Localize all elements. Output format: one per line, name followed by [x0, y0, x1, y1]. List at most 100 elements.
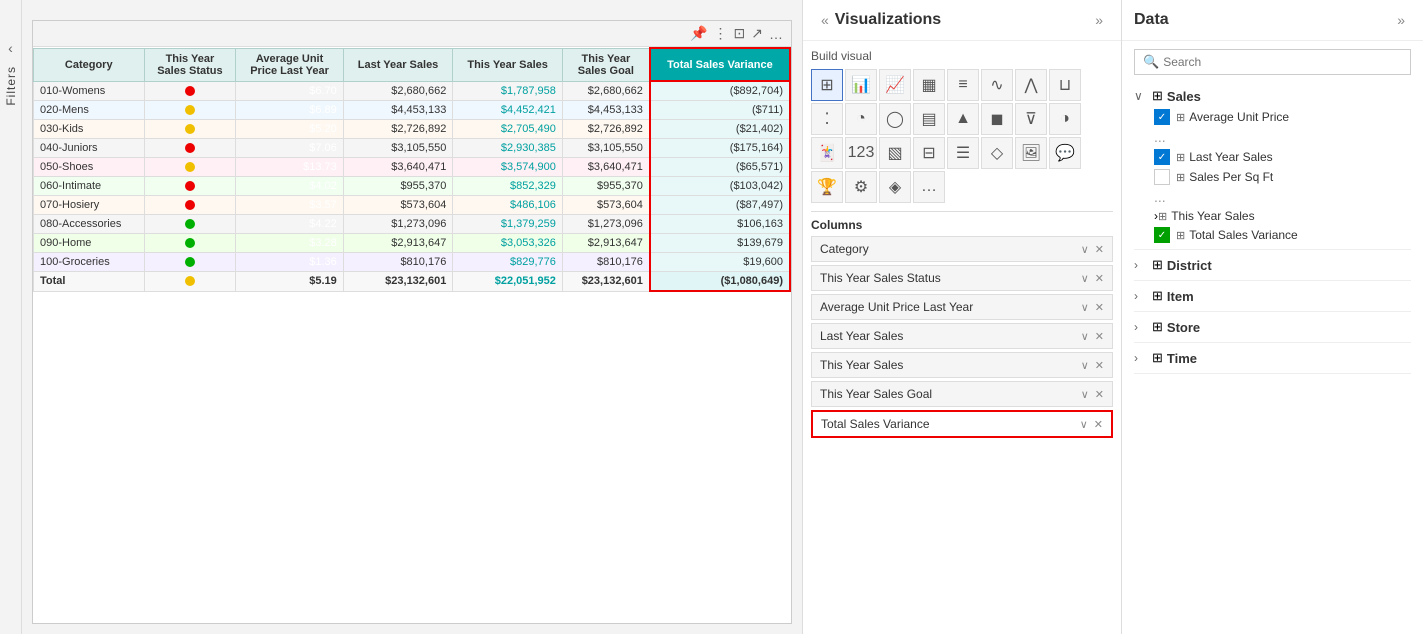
viz-panel-title: Visualizations	[835, 11, 1089, 29]
cell-category: 040-Juniors	[34, 139, 145, 158]
viz-icon-scatter[interactable]: ⁚	[811, 103, 843, 135]
cell-last-year: $2,726,892	[343, 120, 453, 139]
column-item-avg_unit_price[interactable]: Average Unit Price Last Year ∨ ✕	[811, 294, 1113, 320]
check-icon	[1154, 169, 1170, 185]
data-expand-btn[interactable]: »	[1391, 10, 1411, 30]
viz-icon-line[interactable]: ∿	[981, 69, 1013, 101]
focus-icon[interactable]: ⊡	[734, 25, 746, 42]
viz-expand-btn[interactable]: »	[1089, 10, 1109, 30]
column-item-label: Category	[820, 242, 869, 256]
col-chevron-icon[interactable]: ∨	[1081, 388, 1089, 401]
data-field-total-sales-variance[interactable]: ✓ ⊞ Total Sales Variance	[1134, 225, 1411, 245]
more-icon[interactable]: …	[769, 26, 783, 42]
filter-icon[interactable]: ⋮	[714, 25, 728, 42]
column-item-this_year_sales_status[interactable]: This Year Sales Status ∨ ✕	[811, 265, 1113, 291]
data-field-sales-per-sq-ft[interactable]: ⊞ Sales Per Sq Ft	[1134, 167, 1411, 187]
filters-collapse-arrow[interactable]: ‹	[8, 40, 13, 56]
col-chevron-icon[interactable]: ∨	[1080, 418, 1088, 431]
data-panel-header: Data »	[1122, 0, 1423, 41]
cell-variance: ($103,042)	[650, 177, 790, 196]
cell-variance: ($65,571)	[650, 158, 790, 177]
viz-collapse-btn[interactable]: «	[815, 10, 835, 30]
data-field-average-unit-price[interactable]: ✓ ⊞ Average Unit Price	[1134, 107, 1411, 127]
filters-label[interactable]: Filters	[4, 66, 18, 106]
viz-icon-area[interactable]: ⋀	[1015, 69, 1047, 101]
table-row: 050-Shoes $13.73 $3,640,471 $3,574,900 $…	[34, 158, 791, 177]
data-field-this-year-sales[interactable]: › ⊞ This Year Sales	[1134, 207, 1411, 225]
col-remove-icon[interactable]: ✕	[1094, 418, 1103, 431]
search-input[interactable]	[1163, 55, 1402, 69]
data-tree-item[interactable]: › ⊞ Item	[1134, 285, 1411, 307]
viz-icon-more[interactable]: …	[913, 171, 945, 203]
viz-icon-map[interactable]: ▲	[947, 103, 979, 135]
viz-icon-trophy[interactable]: 🏆	[811, 171, 843, 203]
viz-icon-shape[interactable]: ◇	[981, 137, 1013, 169]
cell-variance: $19,600	[650, 253, 790, 272]
data-tree-sales[interactable]: ∨ ⊞ Sales	[1134, 85, 1411, 107]
viz-icon-combo[interactable]: ⊔	[1049, 69, 1081, 101]
column-item-last_year_sales[interactable]: Last Year Sales ∨ ✕	[811, 323, 1113, 349]
viz-icon-treemap[interactable]: ▤	[913, 103, 945, 135]
cell-status	[144, 81, 236, 101]
viz-icon-clustered[interactable]: ▦	[913, 69, 945, 101]
viz-icon-table2[interactable]: ▧	[879, 137, 911, 169]
cell-goal: $4,453,133	[562, 101, 649, 120]
viz-icon-qna[interactable]: 💬	[1049, 137, 1081, 169]
viz-icon-slicer[interactable]: ☰	[947, 137, 979, 169]
pin-icon[interactable]: 📌	[690, 25, 707, 42]
column-item-this_year_sales_goal[interactable]: This Year Sales Goal ∨ ✕	[811, 381, 1113, 407]
col-chevron-icon[interactable]: ∨	[1081, 359, 1089, 372]
cell-avg-price: $6.89	[236, 101, 343, 120]
viz-icon-gauge[interactable]: ◑	[1049, 103, 1081, 135]
col-remove-icon[interactable]: ✕	[1095, 359, 1104, 372]
expand-icon[interactable]: ↗	[751, 25, 763, 42]
cell-last-year: $955,370	[343, 177, 453, 196]
column-item-category[interactable]: Category ∨ ✕	[811, 236, 1113, 262]
col-remove-icon[interactable]: ✕	[1095, 388, 1104, 401]
col-chevron-icon[interactable]: ∨	[1081, 330, 1089, 343]
col-remove-icon[interactable]: ✕	[1095, 272, 1104, 285]
field-icon: ⊞	[1176, 171, 1185, 184]
cell-total-last-year: $23,132,601	[343, 272, 453, 292]
viz-icon-custom1[interactable]: ⚙	[845, 171, 877, 203]
column-item-actions: ∨ ✕	[1080, 418, 1103, 431]
table-row: 040-Juniors $7.06 $3,105,550 $2,930,385 …	[34, 139, 791, 158]
cell-this-year: $486,106	[453, 196, 563, 215]
field-icon: ⊞	[1176, 229, 1185, 242]
viz-icon-filled-map[interactable]: ◼	[981, 103, 1013, 135]
table-row: 070-Hosiery $3.57 $573,604 $486,106 $573…	[34, 196, 791, 215]
column-item-this_year_sales[interactable]: This Year Sales ∨ ✕	[811, 352, 1113, 378]
viz-icon-pie[interactable]: ◔	[845, 103, 877, 135]
viz-icon-chart2[interactable]: 📈	[879, 69, 911, 101]
viz-icon-matrix[interactable]: ⊟	[913, 137, 945, 169]
cell-total-status	[144, 272, 236, 292]
viz-icon-number[interactable]: 123	[845, 137, 877, 169]
cell-this-year: $852,329	[453, 177, 563, 196]
data-tree-store[interactable]: › ⊞ Store	[1134, 316, 1411, 338]
col-chevron-icon[interactable]: ∨	[1081, 301, 1089, 314]
col-chevron-icon[interactable]: ∨	[1081, 272, 1089, 285]
cell-category: 070-Hosiery	[34, 196, 145, 215]
cell-avg-price: $7.06	[236, 139, 343, 158]
col-chevron-icon[interactable]: ∨	[1081, 243, 1089, 256]
viz-icon-card[interactable]: 🃏	[811, 137, 843, 169]
column-item-label: This Year Sales Status	[820, 271, 941, 285]
col-remove-icon[interactable]: ✕	[1095, 243, 1104, 256]
data-tree-time[interactable]: › ⊞ Time	[1134, 347, 1411, 369]
table-icon: ⊞	[1152, 257, 1163, 273]
cell-total-goal: $23,132,601	[562, 272, 649, 292]
cell-goal: $1,273,096	[562, 215, 649, 234]
data-tree-district[interactable]: › ⊞ District	[1134, 254, 1411, 276]
col-remove-icon[interactable]: ✕	[1095, 301, 1104, 314]
data-field-last-year-sales[interactable]: ✓ ⊞ Last Year Sales	[1134, 147, 1411, 167]
viz-icon-bar[interactable]: 📊	[845, 69, 877, 101]
column-item-total_sales_variance[interactable]: Total Sales Variance ∨ ✕	[811, 410, 1113, 438]
viz-icon-custom2[interactable]: ◈	[879, 171, 911, 203]
viz-icon-image[interactable]: 🖼	[1015, 137, 1047, 169]
viz-icon-stacked[interactable]: ≡	[947, 69, 979, 101]
viz-icon-funnel[interactable]: ⊽	[1015, 103, 1047, 135]
check-icon: ✓	[1154, 109, 1170, 125]
viz-icon-table[interactable]: ⊞	[811, 69, 843, 101]
viz-icon-donut[interactable]: ◯	[879, 103, 911, 135]
col-remove-icon[interactable]: ✕	[1095, 330, 1104, 343]
